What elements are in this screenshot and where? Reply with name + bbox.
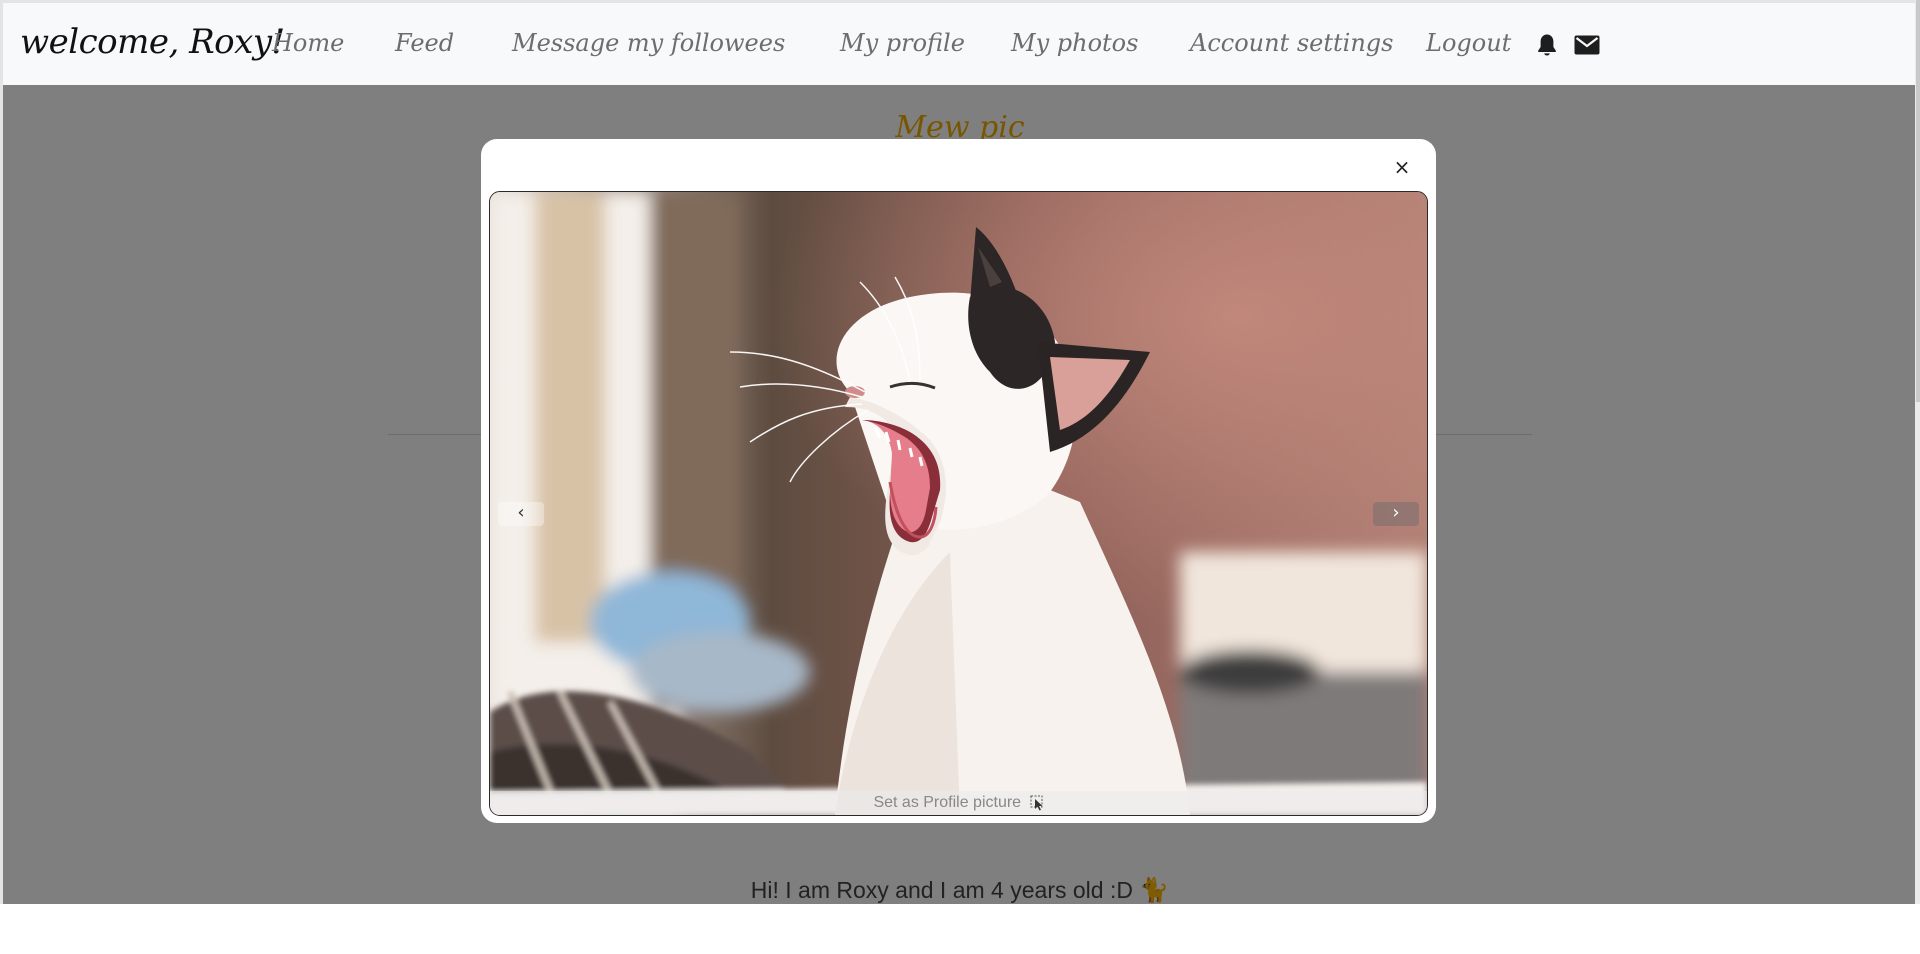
bell-icon[interactable] xyxy=(1536,33,1558,61)
nav-link-message-followees[interactable]: Message my followees xyxy=(512,29,785,57)
photo-modal: × ‹ › Set as Profile picture xyxy=(481,139,1436,823)
nav-link-home[interactable]: Home xyxy=(272,29,344,57)
nav-link-logout[interactable]: Logout xyxy=(1426,29,1511,57)
kitten-photo xyxy=(490,192,1427,815)
carousel-next-button[interactable]: › xyxy=(1373,502,1419,526)
set-profile-label: Set as Profile picture xyxy=(873,794,1022,811)
nav-link-account-settings[interactable]: Account settings xyxy=(1190,29,1393,57)
nav-link-my-photos[interactable]: My photos xyxy=(1011,29,1138,57)
photo-carousel: ‹ › Set as Profile picture xyxy=(489,191,1428,816)
scrollbar-thumb[interactable] xyxy=(1916,0,1920,402)
carousel-prev-button[interactable]: ‹ xyxy=(498,502,544,526)
nav-link-feed[interactable]: Feed xyxy=(395,29,454,57)
navbar: welcome, Roxy! Home Feed Message my foll… xyxy=(3,3,1915,85)
page-bottom-area xyxy=(0,904,1920,954)
welcome-brand: welcome, Roxy! xyxy=(20,22,285,62)
pointer-select-icon xyxy=(1030,795,1044,811)
window-left-border xyxy=(0,0,3,904)
envelope-icon[interactable] xyxy=(1574,35,1600,59)
set-profile-picture-button[interactable]: Set as Profile picture xyxy=(490,791,1427,815)
close-icon[interactable]: × xyxy=(1390,155,1414,179)
nav-link-my-profile[interactable]: My profile xyxy=(840,29,965,57)
